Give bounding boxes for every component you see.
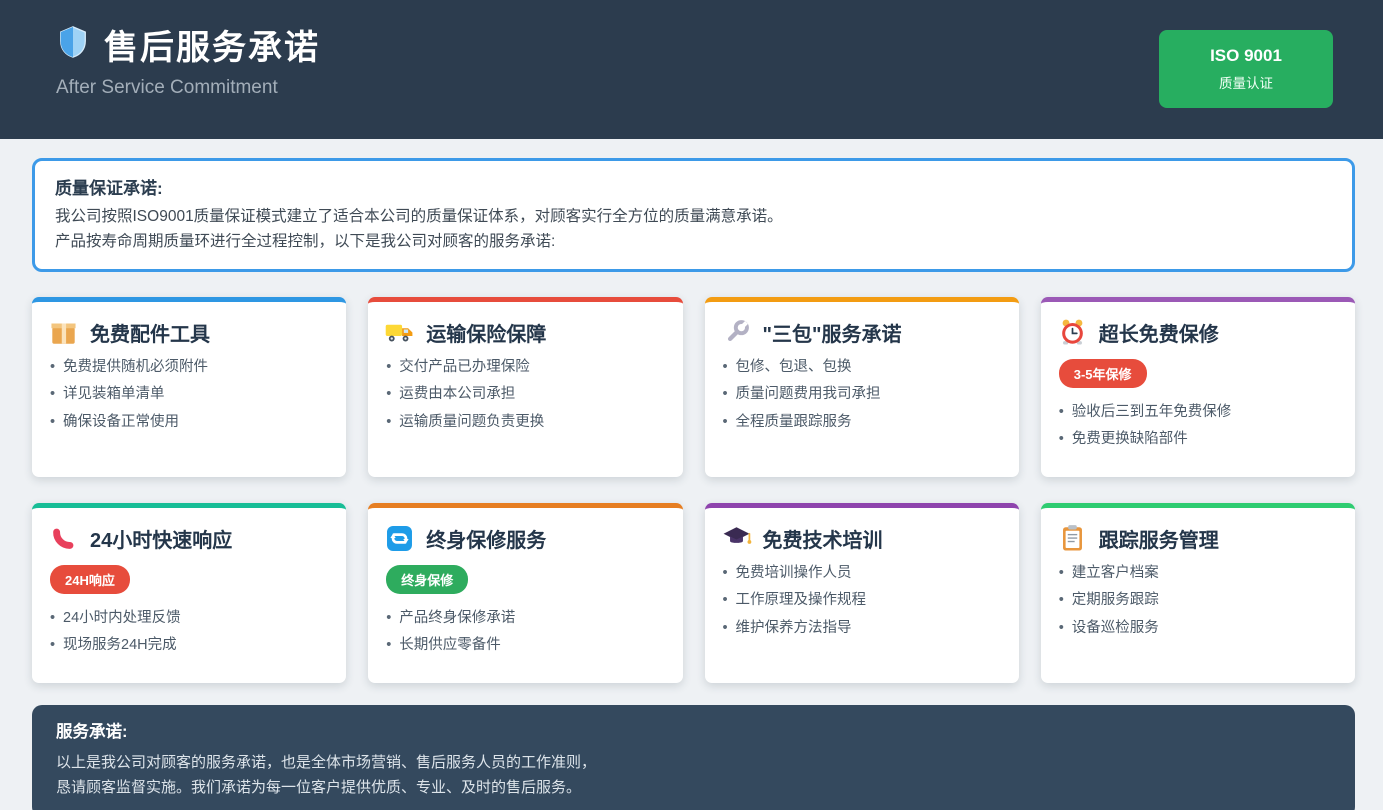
service-card: 免费技术培训 免费培训操作人员工作原理及操作规程维护保养方法指导	[705, 503, 1019, 683]
footer-title: 服务承诺:	[56, 718, 1331, 742]
card-list-item: 维护保养方法指导	[721, 619, 1003, 639]
card-list: 验收后三到五年免费保修免费更换缺陷部件	[1057, 403, 1339, 450]
card-title: "三包"服务承诺	[763, 318, 902, 347]
card-list-item: 24小时内处理反馈	[48, 609, 330, 629]
card-list: 免费提供随机必须附件详见装箱单清单确保设备正常使用	[48, 358, 330, 433]
wrench-icon	[721, 317, 752, 348]
footer-line: 恳请顾客监督实施。我们承诺为每一位客户提供优质、专业、及时的售后服务。	[56, 775, 1331, 801]
card-title: 24小时快速响应	[90, 524, 232, 553]
iso-badge-line1: ISO 9001	[1210, 46, 1282, 66]
card-list-item: 验收后三到五年免费保修	[1057, 403, 1339, 423]
card-badge: 24H响应	[50, 565, 130, 594]
service-card: 超长免费保修 3-5年保修 验收后三到五年免费保修免费更换缺陷部件	[1041, 297, 1355, 477]
card-badge: 终身保修	[386, 565, 468, 594]
card-list-item: 交付产品已办理保险	[384, 358, 666, 378]
card-title: 免费技术培训	[763, 524, 883, 553]
card-list-item: 工作原理及操作规程	[721, 591, 1003, 611]
service-card: 运输保险保障 交付产品已办理保险运费由本公司承担运输质量问题负责更换	[368, 297, 682, 477]
alarm-clock-icon	[1057, 317, 1088, 348]
card-list: 免费培训操作人员工作原理及操作规程维护保养方法指导	[721, 564, 1003, 639]
card-list-item: 运费由本公司承担	[384, 385, 666, 405]
footer-line: 以上是我公司对顾客的服务承诺，也是全体市场营销、售后服务人员的工作准则，	[56, 750, 1331, 776]
card-list-item: 运输质量问题负责更换	[384, 413, 666, 433]
quality-box-line: 产品按寿命周期质量环进行全过程控制，以下是我公司对顾客的服务承诺:	[55, 230, 1332, 255]
card-list: 建立客户档案定期服务跟踪设备巡检服务	[1057, 564, 1339, 639]
iso-badge: ISO 9001 质量认证	[1159, 30, 1333, 108]
phone-icon	[48, 523, 79, 554]
card-title: 跟踪服务管理	[1099, 524, 1219, 553]
card-list-item: 确保设备正常使用	[48, 413, 330, 433]
service-card: 免费配件工具 免费提供随机必须附件详见装箱单清单确保设备正常使用	[32, 297, 346, 477]
card-list-item: 建立客户档案	[1057, 564, 1339, 584]
card-list-item: 长期供应零备件	[384, 636, 666, 656]
card-list-item: 质量问题费用我司承担	[721, 385, 1003, 405]
graduation-cap-icon	[721, 523, 752, 554]
card-list-item: 现场服务24H完成	[48, 636, 330, 656]
service-card: "三包"服务承诺 包修、包退、包换质量问题费用我司承担全程质量跟踪服务	[705, 297, 1019, 477]
card-list-item: 定期服务跟踪	[1057, 591, 1339, 611]
shield-icon	[56, 23, 90, 66]
iso-badge-line2: 质量认证	[1219, 72, 1273, 92]
page-header: 售后服务承诺 After Service Commitment ISO 9001…	[0, 0, 1383, 139]
quality-box-title: 质量保证承诺:	[55, 174, 1332, 199]
service-card: 跟踪服务管理 建立客户档案定期服务跟踪设备巡检服务	[1041, 503, 1355, 683]
card-list-item: 免费提供随机必须附件	[48, 358, 330, 378]
card-list-item: 产品终身保修承诺	[384, 609, 666, 629]
card-title: 免费配件工具	[90, 318, 210, 347]
card-list-item: 详见装箱单清单	[48, 385, 330, 405]
card-list: 包修、包退、包换质量问题费用我司承担全程质量跟踪服务	[721, 358, 1003, 433]
card-list: 24小时内处理反馈现场服务24H完成	[48, 609, 330, 656]
card-list-item: 包修、包退、包换	[721, 358, 1003, 378]
page-title: 售后服务承诺	[104, 20, 320, 69]
card-list-item: 免费培训操作人员	[721, 564, 1003, 584]
package-icon	[48, 317, 79, 348]
service-card: 终身保修服务 终身保修 产品终身保修承诺长期供应零备件	[368, 503, 682, 683]
cards-grid: 免费配件工具 免费提供随机必须附件详见装箱单清单确保设备正常使用 运输保险保障 …	[32, 297, 1355, 683]
refresh-icon	[384, 523, 415, 554]
card-badge: 3-5年保修	[1059, 359, 1147, 388]
card-list-item: 免费更换缺陷部件	[1057, 430, 1339, 450]
card-title: 终身保修服务	[426, 524, 546, 553]
card-title: 运输保险保障	[426, 318, 546, 347]
service-card: 24小时快速响应 24H响应 24小时内处理反馈现场服务24H完成	[32, 503, 346, 683]
truck-icon	[384, 317, 415, 348]
card-list-item: 全程质量跟踪服务	[721, 413, 1003, 433]
quality-box-line: 我公司按照ISO9001质量保证模式建立了适合本公司的质量保证体系，对顾客实行全…	[55, 205, 1332, 230]
main-content: 质量保证承诺: 我公司按照ISO9001质量保证模式建立了适合本公司的质量保证体…	[0, 139, 1383, 810]
clipboard-icon	[1057, 523, 1088, 554]
service-commitment-footer: 服务承诺: 以上是我公司对顾客的服务承诺，也是全体市场营销、售后服务人员的工作准…	[32, 705, 1355, 810]
card-list: 交付产品已办理保险运费由本公司承担运输质量问题负责更换	[384, 358, 666, 433]
card-list-item: 设备巡检服务	[1057, 619, 1339, 639]
card-list: 产品终身保修承诺长期供应零备件	[384, 609, 666, 656]
quality-guarantee-box: 质量保证承诺: 我公司按照ISO9001质量保证模式建立了适合本公司的质量保证体…	[32, 158, 1355, 272]
card-title: 超长免费保修	[1099, 318, 1219, 347]
